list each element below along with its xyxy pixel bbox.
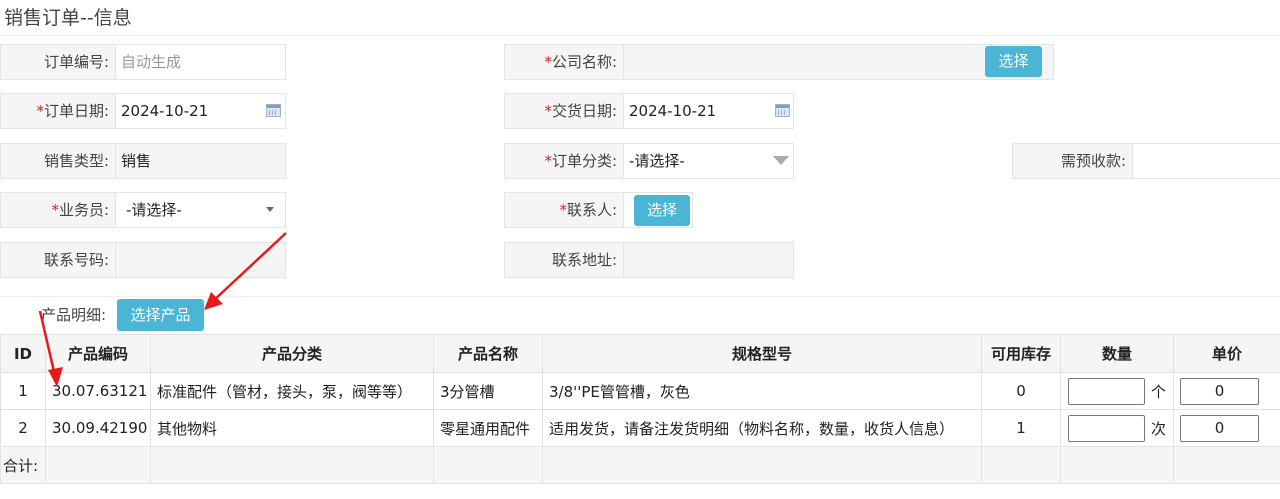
contact-address-label: 联系地址: — [504, 242, 624, 278]
product-spec: 适用发货，请备注发货明细（物料名称，数量，收货人信息） — [542, 409, 982, 447]
column-header: ID — [0, 334, 46, 373]
price-input[interactable]: 0 — [1180, 414, 1259, 442]
column-header: 产品编码 — [45, 334, 151, 373]
unit-label: 个 — [1151, 382, 1167, 401]
quantity-input[interactable] — [1068, 377, 1145, 405]
price-cell: 0 — [1173, 372, 1280, 410]
product-table: ID 产品编码 产品分类 产品名称 规格型号 可用库存 数量 单价 1 30.0… — [0, 334, 1280, 484]
column-header: 可用库存 — [981, 334, 1061, 373]
salesperson-label: *业务员: — [0, 192, 116, 228]
prepayment-label: 需预收款: — [1012, 143, 1133, 179]
available-stock: 0 — [981, 372, 1061, 410]
contact-address-field[interactable] — [623, 242, 794, 278]
available-stock: 1 — [981, 409, 1061, 447]
product-name: 3分管槽 — [433, 372, 543, 410]
product-spec: 3/8''PE管管槽，灰色 — [542, 372, 982, 410]
calendar-icon[interactable] — [775, 104, 790, 117]
unit-label: 次 — [1151, 419, 1167, 438]
table-row: 1 30.07.63121 标准配件（管材，接头，泵，阀等等） 3分管槽 3/8… — [0, 372, 1280, 410]
product-name: 零星通用配件 — [433, 409, 543, 447]
title-divider — [0, 35, 1280, 36]
quantity-input[interactable] — [1068, 414, 1145, 442]
contact-label: *联系人: — [504, 192, 624, 228]
calendar-icon[interactable] — [266, 104, 281, 117]
column-header: 数量 — [1060, 334, 1174, 373]
column-header: 单价 — [1173, 334, 1280, 373]
order-category-label: *订单分类: — [504, 143, 624, 179]
row-id: 2 — [0, 409, 46, 447]
prepayment-field[interactable] — [1132, 143, 1280, 179]
column-header: 规格型号 — [542, 334, 982, 373]
select-company-button[interactable]: 选择 — [985, 46, 1042, 77]
row-id: 1 — [0, 372, 46, 410]
quantity-cell: 个 — [1060, 372, 1174, 410]
order-category-select[interactable]: -请选择- — [623, 143, 794, 179]
order-date-label: *订单日期: — [0, 93, 116, 129]
chevron-down-icon[interactable] — [773, 156, 789, 165]
order-no-field[interactable]: 自动生成 — [115, 44, 286, 80]
product-code: 30.07.63121 — [45, 372, 151, 410]
sales-type-field: 销售 — [115, 143, 286, 179]
column-header: 产品分类 — [150, 334, 434, 373]
chevron-down-icon[interactable] — [266, 207, 274, 212]
total-row: 合计: — [0, 446, 1280, 484]
quantity-cell: 次 — [1060, 409, 1174, 447]
product-detail-label: 产品明细: — [40, 306, 106, 324]
order-no-label: 订单编号: — [0, 44, 116, 80]
select-contact-button[interactable]: 选择 — [634, 195, 690, 226]
delivery-date-label: *交货日期: — [504, 93, 624, 129]
price-cell: 0 — [1173, 409, 1280, 447]
product-category: 其他物料 — [150, 409, 434, 447]
contact-phone-field[interactable] — [115, 242, 286, 278]
table-header-row: ID 产品编码 产品分类 产品名称 规格型号 可用库存 数量 单价 — [0, 334, 1280, 373]
section-divider — [0, 296, 1280, 297]
table-row: 2 30.09.42190 其他物料 零星通用配件 适用发货，请备注发货明细（物… — [0, 409, 1280, 447]
salesperson-select[interactable]: -请选择- — [115, 192, 286, 228]
product-code: 30.09.42190 — [45, 409, 151, 447]
order-no-placeholder: 自动生成 — [121, 53, 182, 71]
page-title: 销售订单--信息 — [4, 7, 132, 29]
order-date-field[interactable]: 2024-10-21 — [115, 93, 286, 129]
total-label: 合计: — [0, 446, 46, 484]
product-category: 标准配件（管材，接头，泵，阀等等） — [150, 372, 434, 410]
company-name-label: *公司名称: — [504, 44, 624, 80]
delivery-date-field[interactable]: 2024-10-21 — [623, 93, 794, 129]
sales-type-label: 销售类型: — [0, 143, 116, 179]
select-product-button[interactable]: 选择产品 — [117, 299, 204, 331]
column-header: 产品名称 — [433, 334, 543, 373]
price-input[interactable]: 0 — [1180, 377, 1259, 405]
contact-phone-label: 联系号码: — [0, 242, 116, 278]
